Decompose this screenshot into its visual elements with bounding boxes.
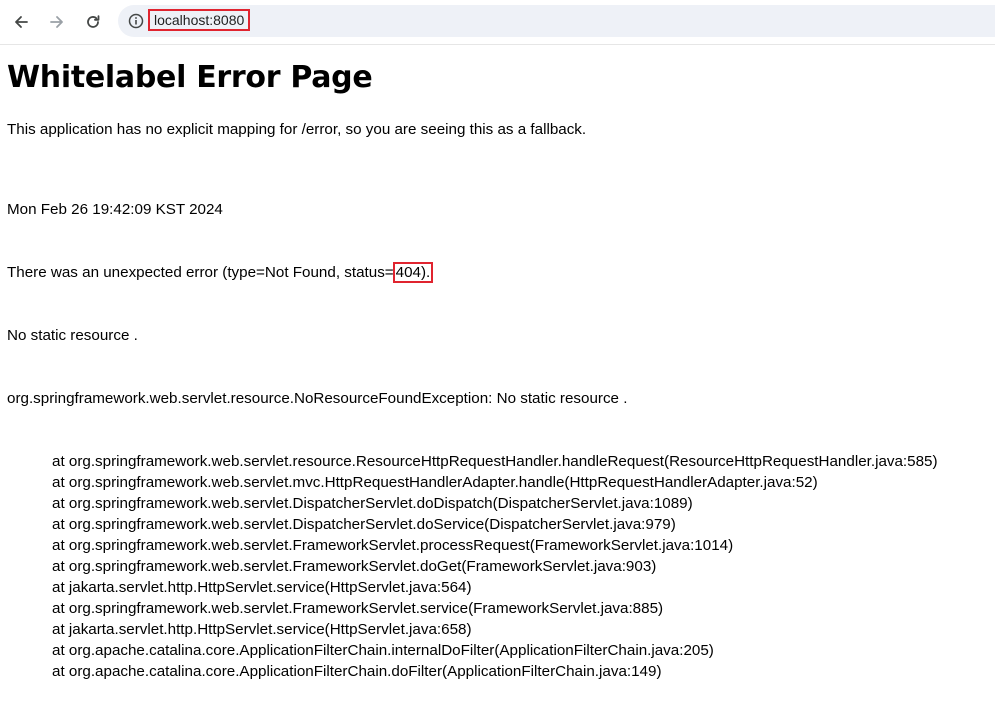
stack-trace-line: at org.apache.catalina.core.ApplicationF…: [52, 663, 662, 680]
url-text[interactable]: localhost:8080: [148, 9, 251, 31]
info-icon[interactable]: [128, 13, 144, 29]
explanation-text: This application has no explicit mapping…: [7, 121, 587, 138]
stack-trace-line: at org.springframework.web.servlet.Frame…: [52, 600, 664, 617]
reload-icon: [87, 15, 100, 28]
exception-line: org.springframework.web.servlet.resource…: [7, 390, 628, 407]
stack-trace-line: at org.springframework.web.servlet.Frame…: [52, 558, 657, 575]
page-title: Whitelabel Error Page: [7, 60, 373, 95]
back-button[interactable]: [7, 8, 35, 36]
timestamp: Mon Feb 26 19:42:09 KST 2024: [7, 201, 223, 218]
error-summary: There was an unexpected error (type=Not …: [7, 262, 938, 283]
browser-toolbar: localhost:8080: [0, 0, 995, 45]
error-page: Whitelabel Error Page This application h…: [7, 58, 995, 680]
forward-button[interactable]: [43, 8, 71, 36]
stack-trace-line: at org.springframework.web.servlet.resou…: [52, 453, 938, 470]
stack-trace-line: at org.springframework.web.servlet.mvc.H…: [52, 474, 818, 491]
stack-trace: at org.springframework.web.servlet.resou…: [7, 451, 938, 682]
stack-trace-line: at org.springframework.web.servlet.Dispa…: [52, 495, 693, 512]
error-message: No static resource .: [7, 327, 138, 344]
error-details: Mon Feb 26 19:42:09 KST 2024 There was a…: [7, 157, 938, 724]
address-bar[interactable]: localhost:8080: [118, 5, 995, 37]
stack-trace-line: at jakarta.servlet.http.HttpServlet.serv…: [52, 579, 472, 596]
forward-arrow-icon: [50, 16, 63, 28]
reload-button[interactable]: [79, 8, 107, 36]
stack-trace-line: at org.apache.catalina.core.ApplicationF…: [52, 642, 714, 659]
error-prefix: There was an unexpected error (type=Not …: [7, 264, 394, 281]
stack-trace-line: at org.springframework.web.servlet.Frame…: [52, 537, 734, 554]
stack-trace-line: at jakarta.servlet.http.HttpServlet.serv…: [52, 621, 472, 638]
status-code: 404).: [392, 262, 434, 283]
back-arrow-icon: [15, 16, 28, 28]
stack-trace-line: at org.springframework.web.servlet.Dispa…: [52, 516, 676, 533]
